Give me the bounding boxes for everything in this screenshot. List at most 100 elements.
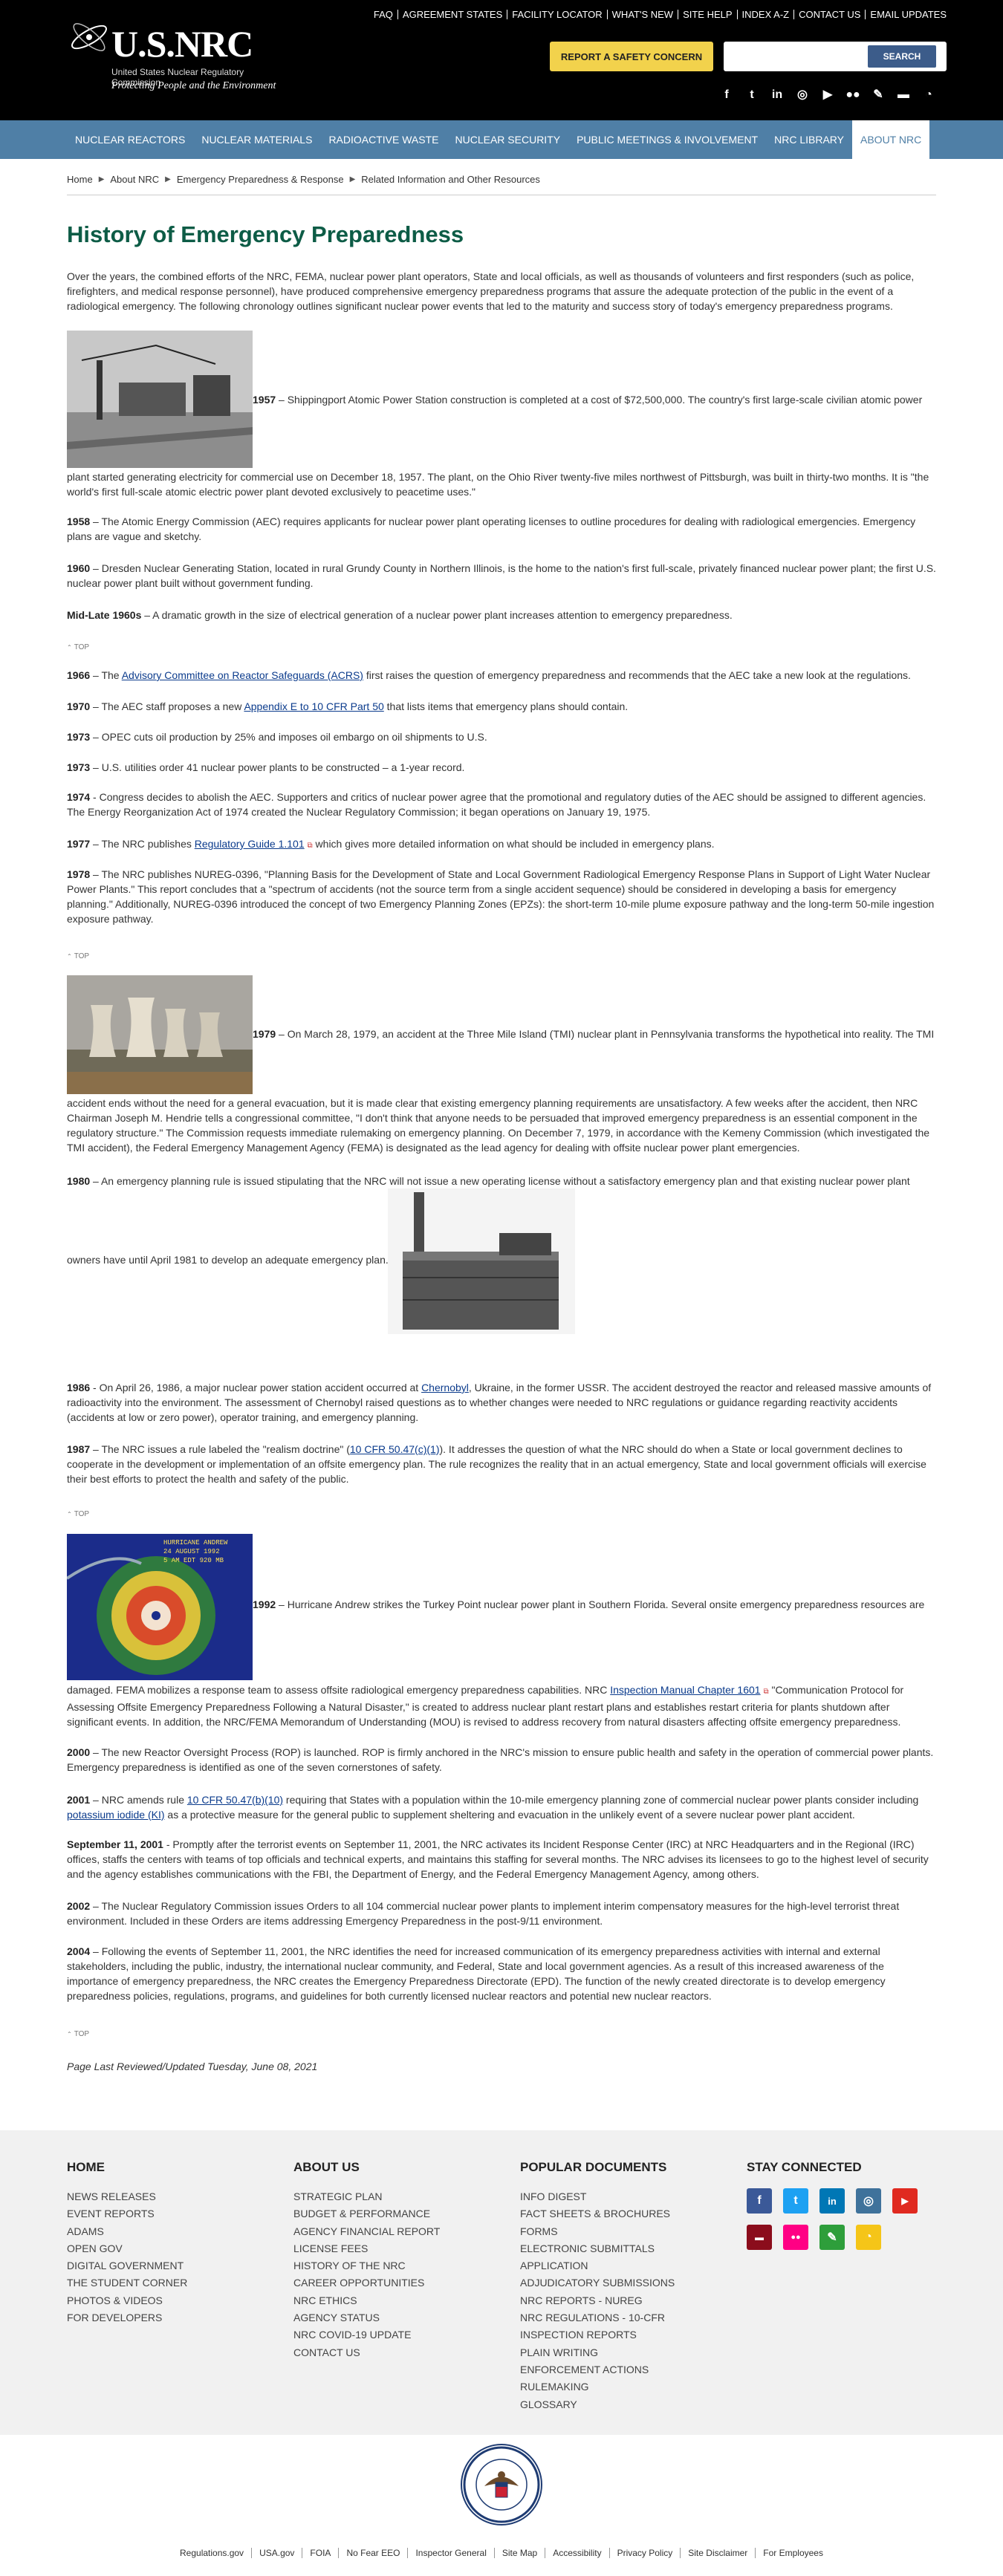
utility-link[interactable]: EMAIL UPDATES [866, 10, 951, 19]
footer-link[interactable]: FACT SHEETS & BROCHURES [520, 2205, 675, 2222]
footer-link[interactable]: EVENT REPORTS [67, 2205, 187, 2222]
back-to-top-link[interactable]: ⌃ TOP [67, 2030, 89, 2038]
footer-link[interactable]: BUDGET & PERFORMANCE [293, 2205, 440, 2222]
rss-icon[interactable]: ◔ [856, 2225, 881, 2250]
back-to-top-link[interactable]: ⌃ TOP [67, 1510, 89, 1518]
footer-link[interactable]: AGENCY STATUS [293, 2309, 440, 2326]
entry-1973-orders: 1973 – U.S. utilities order 41 nuclear p… [67, 761, 465, 773]
bottom-link[interactable]: Inspector General [408, 2548, 495, 2558]
footer-link[interactable]: CAREER OPPORTUNITIES [293, 2274, 440, 2292]
youtube-icon[interactable]: ▶ [820, 88, 835, 103]
facebook-icon[interactable]: f [719, 88, 734, 103]
footer-link[interactable]: NRC ETHICS [293, 2292, 440, 2309]
nrc-logo[interactable]: U.S.NRC United States Nuclear Regulatory… [67, 15, 290, 97]
footer-link[interactable]: LICENSE FEES [293, 2240, 440, 2257]
footer-link[interactable]: INSPECTION REPORTS [520, 2326, 675, 2344]
nav-item-nuclear-materials[interactable]: NUCLEAR MATERIALS [193, 120, 320, 159]
inspection-manual-link[interactable]: Inspection Manual Chapter 1601 [610, 1684, 760, 1696]
facebook-icon[interactable]: f [747, 2188, 772, 2214]
twitter-icon[interactable]: t [744, 88, 759, 103]
instagram-icon[interactable]: ◎ [856, 2188, 881, 2214]
footer-link[interactable]: FORMS [520, 2223, 675, 2240]
search-button[interactable]: SEARCH [868, 45, 936, 68]
twitter-icon[interactable]: t [783, 2188, 808, 2214]
bottom-link[interactable]: Site Map [494, 2548, 546, 2558]
breadcrumb-emergency[interactable]: Emergency Preparedness & Response [177, 174, 344, 186]
footer-link[interactable]: NEWS RELEASES [67, 2188, 187, 2205]
footer-link[interactable]: THE STUDENT CORNER [67, 2274, 187, 2292]
footer-link[interactable]: PHOTOS & VIDEOS [67, 2292, 187, 2309]
cfr-50-47-c1-link[interactable]: 10 CFR 50.47(c)(1) [350, 1443, 440, 1455]
footer-link[interactable]: ENFORCEMENT ACTIONS [520, 2361, 675, 2378]
rss-icon[interactable]: ◔ [921, 88, 936, 103]
chat-icon[interactable]: ▬ [747, 2225, 772, 2250]
utility-link[interactable]: CONTACT US [794, 10, 866, 19]
youtube-icon[interactable]: ▶ [892, 2188, 918, 2214]
cfr-50-47-b10-link[interactable]: 10 CFR 50.47(b)(10) [187, 1794, 283, 1806]
bottom-link[interactable]: USA.gov [252, 2548, 303, 2558]
bottom-link[interactable]: Regulations.gov [172, 2548, 253, 2558]
chat-icon[interactable]: ▬ [896, 88, 911, 103]
utility-link[interactable]: WHAT'S NEW [608, 10, 679, 19]
flickr-icon[interactable]: ●● [845, 88, 860, 103]
footer-link[interactable]: ADJUDICATORY SUBMISSIONS [520, 2274, 675, 2292]
nav-item-nrc-library[interactable]: NRC LIBRARY [766, 120, 852, 159]
back-to-top-link[interactable]: ⌃ TOP [67, 643, 89, 651]
footer-link[interactable]: AGENCY FINANCIAL REPORT [293, 2223, 440, 2240]
utility-link[interactable]: FACILITY LOCATOR [507, 10, 608, 19]
nav-item-radioactive-waste[interactable]: RADIOACTIVE WASTE [320, 120, 447, 159]
footer-link[interactable]: HISTORY OF THE NRC [293, 2257, 440, 2274]
footer-link[interactable]: DIGITAL GOVERNMENT [67, 2257, 187, 2274]
pen-icon[interactable]: ✎ [871, 88, 886, 103]
breadcrumb-home[interactable]: Home [67, 174, 93, 186]
footer-link[interactable]: ELECTRONIC SUBMITTALS [520, 2240, 675, 2257]
footer-link[interactable]: ADAMS [67, 2223, 187, 2240]
entry-1957-cont: plant started generating electricity for… [67, 471, 929, 498]
chernobyl-link[interactable]: Chernobyl [421, 1382, 469, 1393]
bottom-link[interactable]: Accessibility [545, 2548, 610, 2558]
instagram-icon[interactable]: ◎ [795, 88, 810, 103]
footer-link[interactable]: GLOSSARY [520, 2396, 675, 2413]
footer-link[interactable]: CONTACT US [293, 2344, 440, 2361]
utility-link[interactable]: INDEX A-Z [738, 10, 795, 19]
footer-link[interactable]: RULEMAKING [520, 2378, 675, 2396]
bottom-link[interactable]: Site Disclaimer [681, 2548, 756, 2558]
bottom-link[interactable]: For Employees [756, 2548, 831, 2558]
bottom-link[interactable]: FOIA [302, 2548, 340, 2558]
footer-link[interactable]: PLAIN WRITING [520, 2344, 675, 2361]
breadcrumb-related-info[interactable]: Related Information and Other Resources [361, 174, 540, 186]
linkedin-icon[interactable]: in [819, 2188, 845, 2214]
appendix-e-link[interactable]: Appendix E to 10 CFR Part 50 [244, 700, 383, 712]
utility-link[interactable]: FAQ [369, 10, 398, 19]
footer-link[interactable]: STRATEGIC PLAN [293, 2188, 440, 2205]
nav-item-nuclear-reactors[interactable]: NUCLEAR REACTORS [67, 120, 193, 159]
breadcrumb-about-nrc[interactable]: About NRC [110, 174, 159, 186]
regulatory-guide-link[interactable]: Regulatory Guide 1.101 [195, 838, 305, 850]
footer-popular-column: POPULAR DOCUMENTS INFO DIGEST FACT SHEET… [520, 2160, 675, 2413]
nav-item-nuclear-security[interactable]: NUCLEAR SECURITY [447, 120, 569, 159]
nav-item-public-meetings[interactable]: PUBLIC MEETINGS & INVOLVEMENT [568, 120, 766, 159]
footer-about-title[interactable]: ABOUT US [293, 2160, 440, 2175]
linkedin-icon[interactable]: in [770, 88, 785, 103]
utility-link[interactable]: SITE HELP [678, 10, 738, 19]
footer-link[interactable]: INFO DIGEST [520, 2188, 675, 2205]
potassium-iodide-link[interactable]: potassium iodide (KI) [67, 1809, 165, 1821]
entry-1960: 1960 – Dresden Nuclear Generating Statio… [67, 562, 936, 589]
flickr-icon[interactable]: ●● [783, 2225, 808, 2250]
acrs-link[interactable]: Advisory Committee on Reactor Safeguards… [122, 669, 363, 681]
footer-home-title[interactable]: HOME [67, 2160, 187, 2175]
utility-link[interactable]: AGREEMENT STATES [398, 10, 508, 19]
footer-link[interactable]: NRC REPORTS - NUREG [520, 2292, 675, 2309]
footer-link[interactable]: OPEN GOV [67, 2240, 187, 2257]
bottom-link[interactable]: No Fear EEO [339, 2548, 409, 2558]
page-title: History of Emergency Preparedness [67, 221, 464, 247]
pen-icon[interactable]: ✎ [819, 2225, 845, 2250]
report-safety-concern-button[interactable]: REPORT A SAFETY CONCERN [550, 42, 713, 71]
bottom-link[interactable]: Privacy Policy [609, 2548, 681, 2558]
footer-link[interactable]: NRC REGULATIONS - 10-CFR [520, 2309, 675, 2326]
footer-link[interactable]: NRC COVID-19 UPDATE [293, 2326, 440, 2344]
footer-link[interactable]: FOR DEVELOPERS [67, 2309, 187, 2326]
footer-link[interactable]: APPLICATION [520, 2257, 675, 2274]
back-to-top-link[interactable]: ⌃ TOP [67, 952, 89, 960]
nav-item-about-nrc[interactable]: ABOUT NRC [852, 120, 930, 159]
